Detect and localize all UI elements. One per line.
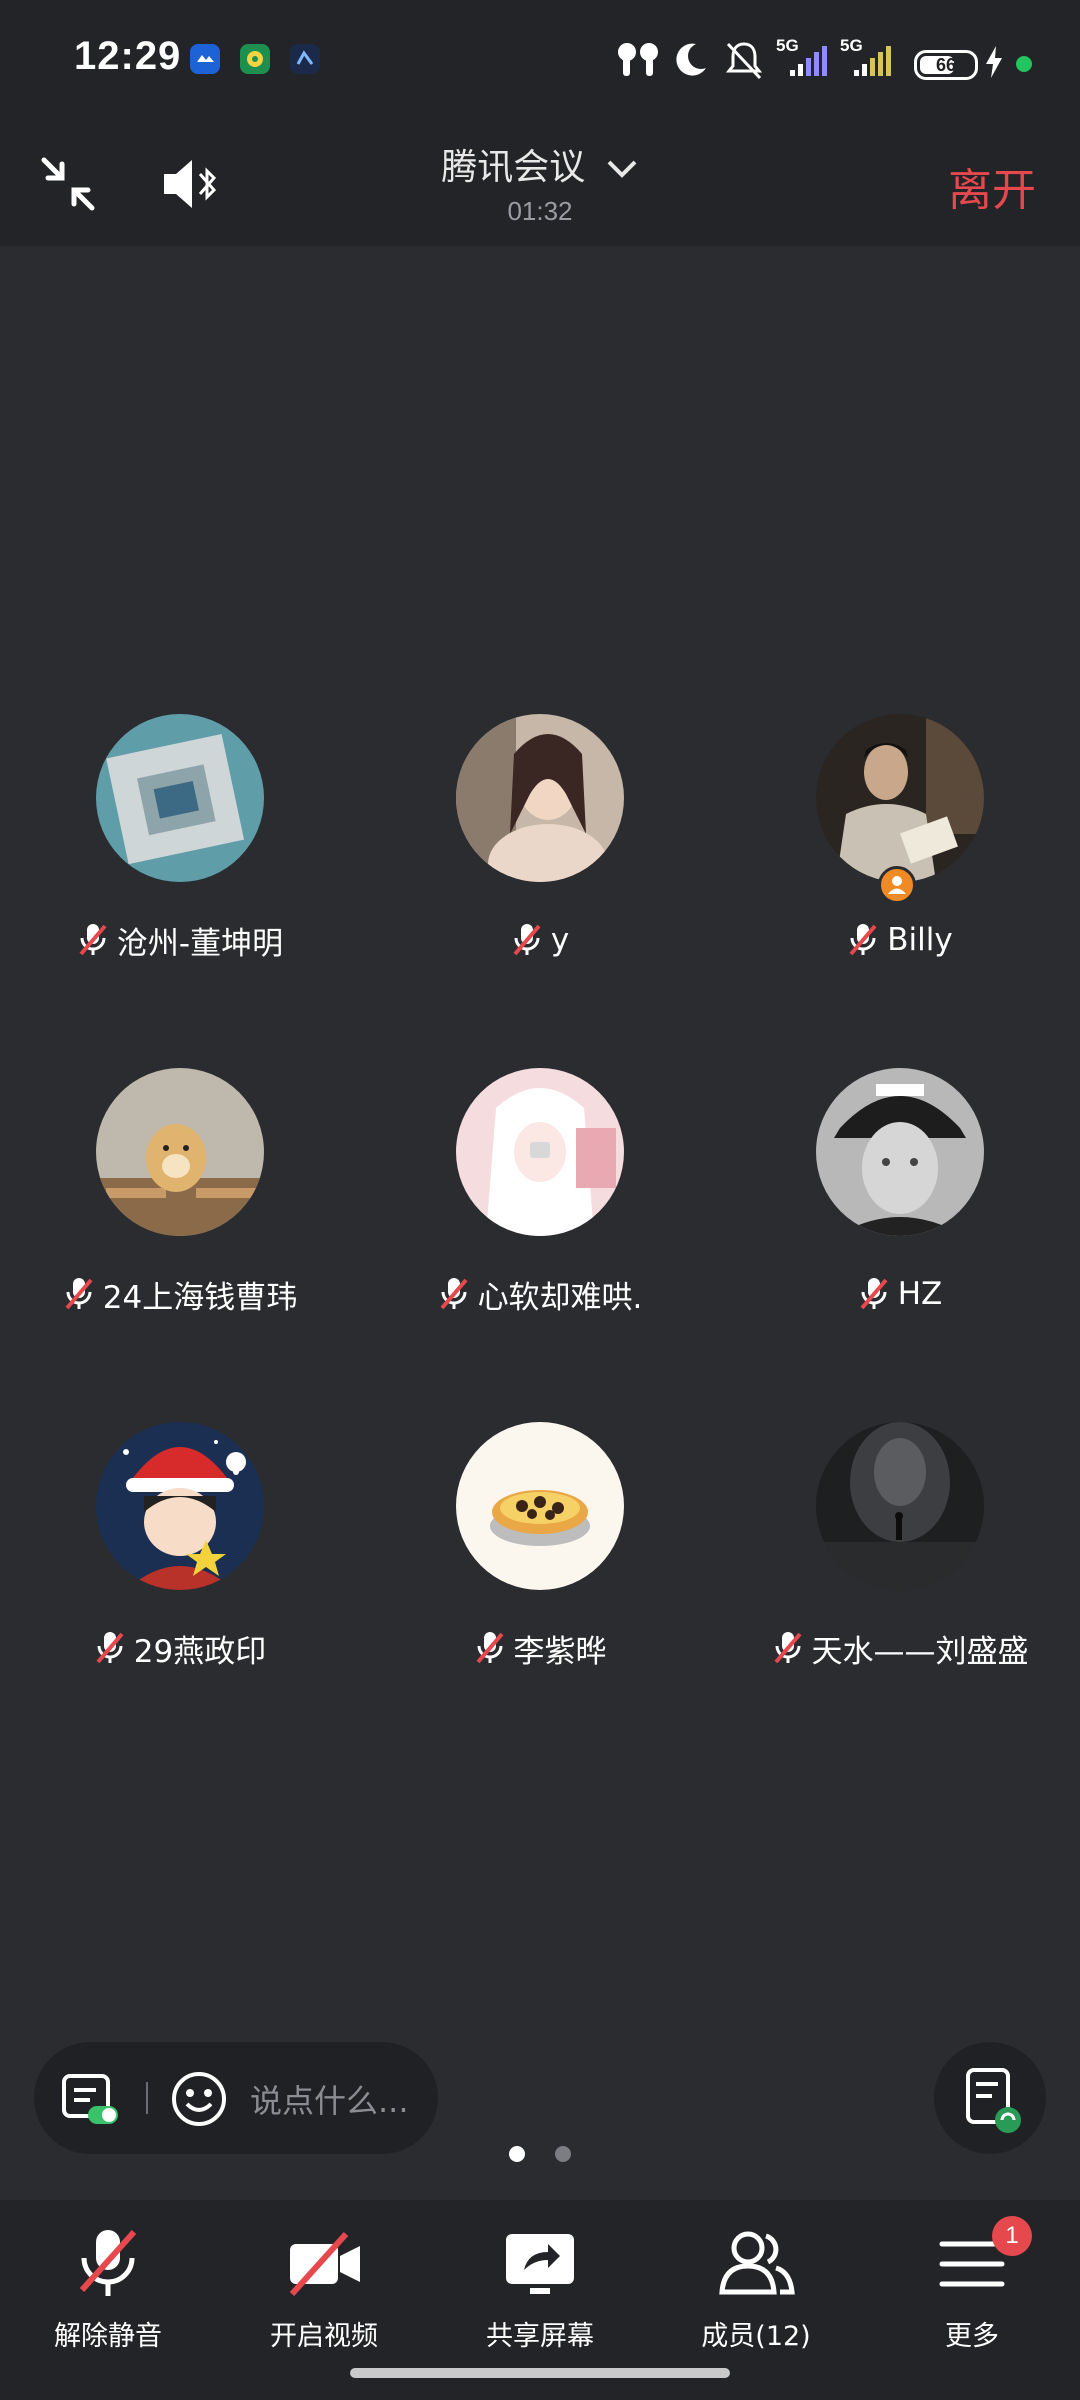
host-badge-icon — [878, 866, 916, 904]
avatar — [96, 714, 264, 882]
avatar — [456, 714, 624, 882]
video-label: 开启视频 — [270, 2321, 378, 2352]
moon-icon — [670, 40, 710, 84]
chat-settings-icon[interactable] — [60, 2072, 120, 2132]
participant-name: Billy — [887, 922, 953, 958]
participant-tile[interactable]: 天水——刘盛盛 — [720, 1418, 1080, 1718]
camera-off-icon — [284, 2224, 364, 2304]
members-icon — [716, 2224, 796, 2304]
music-app-icon — [240, 44, 270, 74]
participant-name: 李紫晔 — [513, 1633, 607, 1670]
participant-tile[interactable]: 24上海钱曹玮 — [0, 1064, 360, 1364]
participant-name: 天水——刘盛盛 — [811, 1633, 1029, 1670]
meeting-header: 腾讯会议 01:32 离开 — [0, 124, 1080, 246]
avatar — [96, 1068, 264, 1236]
participant-tile[interactable]: 29燕政印 — [0, 1418, 360, 1718]
participant-tile[interactable]: Billy — [720, 710, 1080, 1010]
chevron-down-icon — [605, 149, 639, 190]
avatar — [456, 1068, 624, 1236]
share-screen-icon — [500, 2224, 580, 2304]
participant-name: 心软却难哄. — [477, 1279, 643, 1316]
unmute-label: 解除静音 — [54, 2321, 162, 2352]
participant-name: y — [550, 922, 570, 958]
meeting-title-text: 腾讯会议 — [441, 147, 586, 188]
mic-muted-icon — [65, 1278, 93, 1310]
mic-muted-icon — [860, 1278, 888, 1310]
notes-button[interactable] — [934, 2042, 1046, 2154]
avatar — [816, 714, 984, 882]
participant-tile[interactable]: HZ — [720, 1064, 1080, 1364]
mic-muted-icon — [513, 924, 541, 956]
participant-name: HZ — [897, 1276, 943, 1312]
unmute-button[interactable]: 解除静音 — [0, 2224, 216, 2354]
participant-tile[interactable]: 李紫晔 — [360, 1418, 720, 1718]
start-video-button[interactable]: 开启视频 — [216, 2224, 432, 2354]
chat-input-bar[interactable]: 说点什么... — [34, 2042, 438, 2154]
status-bar: 12:29 5G 5G 66 — [0, 0, 1080, 124]
avatar — [456, 1422, 624, 1590]
participant-name: 29燕政印 — [133, 1633, 267, 1670]
status-time: 12:29 — [74, 34, 182, 78]
more-label: 更多 — [945, 2321, 999, 2352]
home-indicator[interactable] — [350, 2368, 730, 2378]
participant-tile[interactable]: 沧州-董坤明 — [0, 710, 360, 1010]
game-app-icon — [290, 44, 320, 74]
page-dot-active[interactable] — [509, 2146, 526, 2162]
members-label: 成员(12) — [701, 2321, 811, 2352]
share-screen-button[interactable]: 共享屏幕 — [432, 2224, 648, 2354]
mic-muted-icon — [96, 1632, 124, 1664]
share-label: 共享屏幕 — [486, 2321, 594, 2352]
charging-icon — [984, 46, 1004, 82]
more-button[interactable]: 1 更多 — [864, 2216, 1080, 2354]
chat-divider — [146, 2082, 148, 2114]
avatar — [816, 1068, 984, 1236]
page-dot[interactable] — [554, 2146, 571, 2162]
mic-muted-icon — [68, 2224, 148, 2304]
participant-name: 沧州-董坤明 — [116, 925, 284, 962]
mic-muted-icon — [440, 1278, 468, 1310]
members-button[interactable]: 成员(12) — [648, 2224, 864, 2354]
meeting-timer: 01:32 — [507, 196, 573, 226]
battery-percent: 66 — [935, 55, 957, 75]
privacy-dot-icon — [1016, 56, 1032, 72]
participant-tile[interactable]: y — [360, 710, 720, 1010]
page-indicator — [0, 2146, 1080, 2166]
avatar — [816, 1422, 984, 1590]
chat-input[interactable]: 说点什么... — [250, 2076, 409, 2122]
mic-muted-icon — [773, 1632, 802, 1664]
mic-muted-icon — [475, 1632, 504, 1664]
participant-tile[interactable]: 心软却难哄. — [360, 1064, 720, 1364]
meeting-title[interactable]: 腾讯会议 — [0, 138, 1080, 190]
leave-button[interactable]: 离开 — [948, 154, 1036, 218]
participant-name: 24上海钱曹玮 — [102, 1279, 298, 1316]
mic-muted-icon — [849, 924, 877, 956]
notification-badge: 1 — [992, 2216, 1032, 2256]
earbuds-icon — [614, 40, 662, 84]
mail-app-icon — [190, 44, 220, 74]
avatar — [96, 1422, 264, 1590]
mic-muted-icon — [79, 924, 107, 956]
emoji-icon[interactable] — [170, 2070, 228, 2132]
mute-bell-icon — [722, 40, 766, 84]
